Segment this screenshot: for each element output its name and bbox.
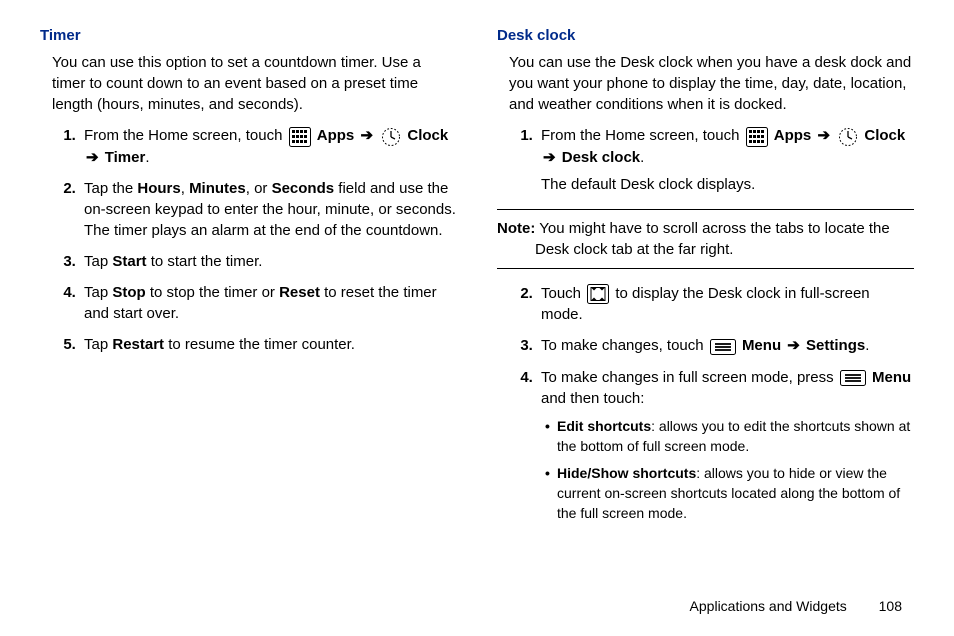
apps-grid-icon — [289, 126, 311, 147]
deskclock-step-2: Touch to display the Desk clock in full-… — [537, 283, 914, 326]
timer-step-2: Tap the Hours, Minutes, or Seconds field… — [80, 178, 457, 241]
period: . — [640, 149, 644, 166]
text: and then touch: — [541, 390, 644, 407]
two-column-layout: Timer You can use this option to set a c… — [40, 25, 914, 533]
deskclock-heading: Desk clock — [497, 25, 914, 46]
apps-label: Apps — [774, 127, 812, 144]
timer-steps: From the Home screen, touch Apps ➔ Clock… — [40, 125, 457, 355]
timer-step-4: Tap Stop to stop the timer or Reset to r… — [80, 282, 457, 324]
menu-label: Menu — [742, 337, 781, 354]
deskclock-steps: From the Home screen, touch Apps ➔ Clock… — [497, 125, 914, 195]
text: to stop the timer or — [146, 284, 279, 301]
left-column: Timer You can use this option to set a c… — [40, 25, 457, 533]
text: Tap — [84, 253, 112, 270]
timer-step-5: Tap Restart to resume the timer counter. — [80, 334, 457, 355]
deskclock-step-4: To make changes in full screen mode, pre… — [537, 367, 914, 524]
deskclock-step-3: To make changes, touch Menu ➔ Settings. — [537, 335, 914, 357]
menu-label: Menu — [872, 369, 911, 386]
bullet-hideshow-shortcuts: Hide/Show shortcuts: allows you to hide … — [545, 464, 914, 523]
text: To make changes, touch — [541, 337, 708, 354]
apps-grid-icon — [746, 126, 768, 147]
period: . — [865, 337, 869, 354]
step4-bullets: Edit shortcuts: allows you to edit the s… — [541, 417, 914, 523]
deskclock-step-1: From the Home screen, touch Apps ➔ Clock… — [537, 125, 914, 195]
text: to resume the timer counter. — [164, 336, 355, 353]
reset-label: Reset — [279, 284, 320, 301]
clock-icon — [838, 126, 858, 147]
chapter-title: Applications and Widgets — [690, 598, 847, 614]
deskclock-intro: You can use the Desk clock when you have… — [497, 52, 914, 115]
arrow-icon: ➔ — [785, 337, 802, 354]
step1-subtext: The default Desk clock displays. — [541, 174, 914, 195]
period: . — [145, 149, 149, 166]
arrow-icon: ➔ — [358, 127, 375, 144]
timer-step-1: From the Home screen, touch Apps ➔ Clock… — [80, 125, 457, 168]
timer-step-3: Tap Start to start the timer. — [80, 251, 457, 272]
minutes-label: Minutes — [189, 180, 246, 197]
seconds-label: Seconds — [272, 180, 335, 197]
timer-intro: You can use this option to set a countdo… — [40, 52, 457, 115]
fullscreen-icon — [587, 283, 609, 304]
note-text: You might have to scroll across the tabs… — [535, 220, 890, 258]
text: Tap — [84, 284, 112, 301]
text: From the Home screen, touch — [541, 127, 744, 144]
note-content: Note: You might have to scroll across th… — [497, 218, 914, 260]
menu-icon — [840, 367, 866, 388]
text: From the Home screen, touch — [84, 127, 287, 144]
clock-label: Clock — [864, 127, 905, 144]
text: To make changes in full screen mode, pre… — [541, 369, 838, 386]
text: Touch — [541, 285, 585, 302]
note-block: Note: You might have to scroll across th… — [497, 209, 914, 269]
text: Tap the — [84, 180, 137, 197]
clock-icon — [381, 126, 401, 147]
clock-label: Clock — [407, 127, 448, 144]
bullet-title: Edit shortcuts — [557, 418, 651, 434]
page: Timer You can use this option to set a c… — [0, 0, 954, 636]
page-number: 108 — [879, 598, 902, 614]
hours-label: Hours — [137, 180, 180, 197]
restart-label: Restart — [112, 336, 164, 353]
right-column: Desk clock You can use the Desk clock wh… — [497, 25, 914, 533]
settings-label: Settings — [806, 337, 865, 354]
text: , — [181, 180, 189, 197]
bullet-title: Hide/Show shortcuts — [557, 465, 696, 481]
stop-label: Stop — [112, 284, 145, 301]
deskclock-label: Desk clock — [562, 149, 640, 166]
apps-label: Apps — [317, 127, 355, 144]
text: Tap — [84, 336, 112, 353]
text: to start the timer. — [147, 253, 263, 270]
menu-icon — [710, 336, 736, 357]
start-label: Start — [112, 253, 146, 270]
note-label: Note: — [497, 220, 535, 237]
timer-heading: Timer — [40, 25, 457, 46]
page-footer: Applications and Widgets 108 — [690, 598, 902, 614]
text: , or — [246, 180, 272, 197]
deskclock-steps-cont: Touch to display the Desk clock in full-… — [497, 283, 914, 524]
arrow-icon: ➔ — [84, 149, 101, 166]
arrow-icon: ➔ — [541, 149, 558, 166]
bullet-edit-shortcuts: Edit shortcuts: allows you to edit the s… — [545, 417, 914, 456]
arrow-icon: ➔ — [815, 127, 832, 144]
timer-label: Timer — [105, 149, 146, 166]
